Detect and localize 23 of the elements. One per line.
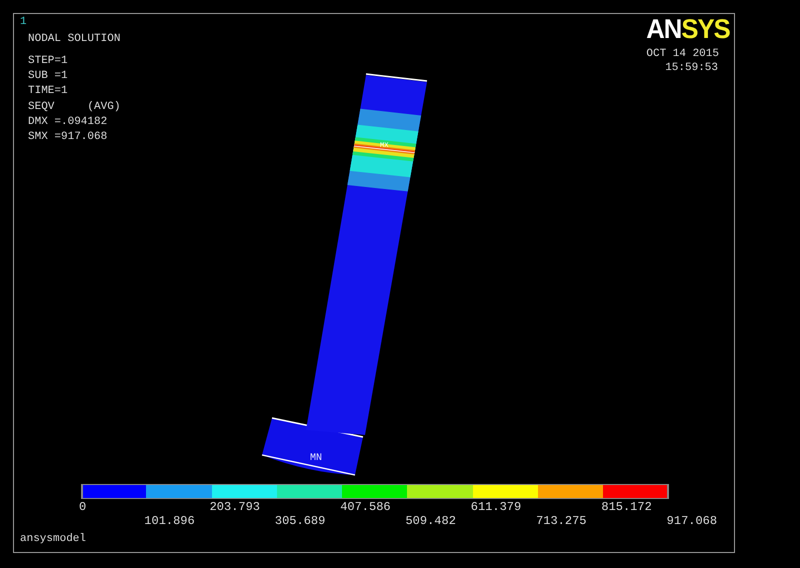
- legend-value: 407.586: [340, 500, 391, 514]
- solution-info: TIME=1: [28, 84, 68, 100]
- legend-value: 203.793: [210, 500, 260, 514]
- legend-value: 713.275: [536, 514, 586, 528]
- plot-time: 15:59:53: [665, 61, 719, 75]
- model-name: ansysmodel: [20, 532, 86, 546]
- solution-info: STEP=1: [28, 54, 68, 69]
- solution-info: SMX =917.068: [28, 130, 108, 146]
- logo-text: ANSYS: [646, 17, 730, 41]
- legend-value: 917.068: [666, 514, 718, 528]
- legend-value: 0: [79, 500, 86, 514]
- plot-title: NODAL SOLUTION: [28, 32, 120, 46]
- solution-info: SUB =1: [28, 69, 68, 84]
- legend-value: 101.896: [144, 514, 195, 528]
- legend-value: 509.482: [405, 514, 456, 528]
- min-marker: MN: [310, 453, 322, 464]
- legend-value: 611.379: [470, 500, 522, 514]
- solution-info: DMX =.094182: [28, 114, 108, 130]
- plot-date: OCT 14 2015: [646, 47, 720, 61]
- legend-value: 815.172: [601, 500, 652, 514]
- window-number: 1: [20, 16, 27, 28]
- legend-value: 305.689: [274, 514, 326, 528]
- solution-info: SEQV (AVG): [28, 100, 120, 115]
